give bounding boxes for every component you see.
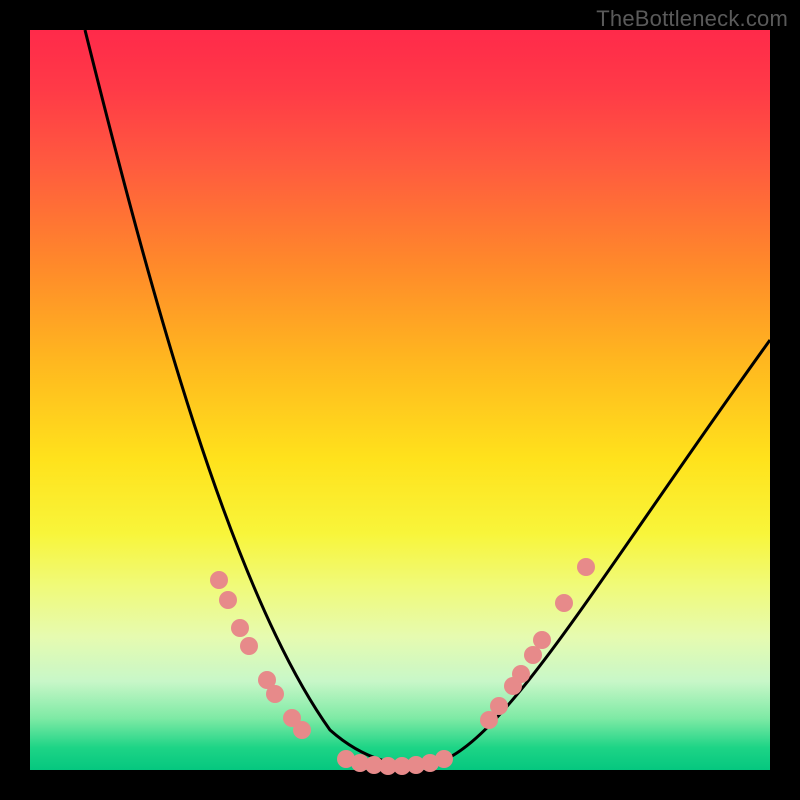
data-point — [231, 619, 249, 637]
data-point — [219, 591, 237, 609]
chart-frame — [30, 30, 770, 770]
data-point — [210, 571, 228, 589]
data-point — [533, 631, 551, 649]
chart-svg — [30, 30, 770, 770]
data-point — [524, 646, 542, 664]
data-point — [512, 665, 530, 683]
data-point — [293, 721, 311, 739]
watermark-text: TheBottleneck.com — [596, 6, 788, 32]
data-point — [266, 685, 284, 703]
bottleneck-curve — [85, 30, 770, 766]
data-point — [240, 637, 258, 655]
data-point — [555, 594, 573, 612]
data-point — [435, 750, 453, 768]
data-point — [577, 558, 595, 576]
data-point — [490, 697, 508, 715]
dot-layer — [210, 558, 595, 775]
